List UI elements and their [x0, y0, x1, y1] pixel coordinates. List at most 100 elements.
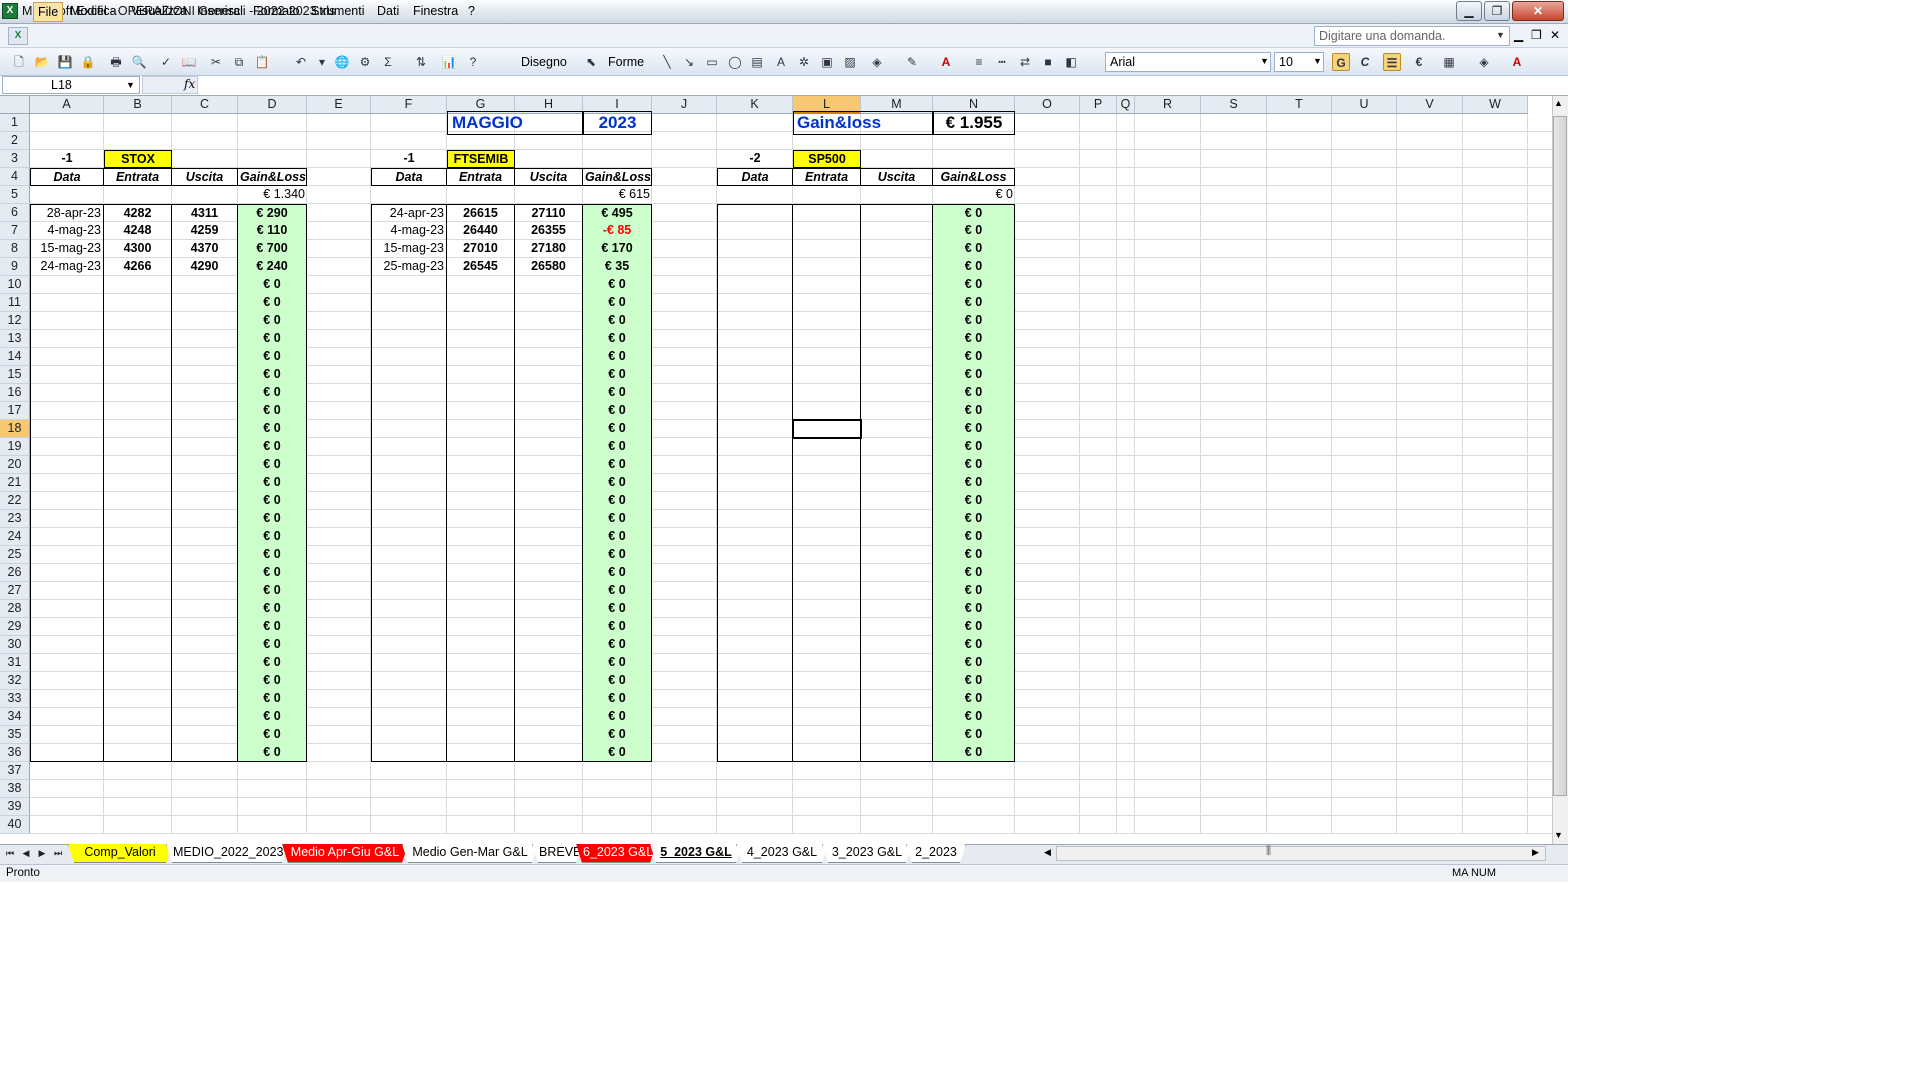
column-header-k[interactable]: K [717, 96, 793, 114]
exit-cell[interactable]: 4311 [172, 204, 238, 222]
entry-cell[interactable] [104, 618, 172, 636]
exit-cell[interactable] [861, 582, 933, 600]
exit-cell[interactable] [515, 348, 583, 366]
entry-cell[interactable] [793, 474, 861, 492]
entry-cell[interactable] [793, 312, 861, 330]
entry-cell[interactable]: 26615 [447, 204, 515, 222]
gain-loss-cell[interactable]: € 0 [933, 636, 1015, 654]
entry-cell[interactable] [793, 726, 861, 744]
gain-loss-cell[interactable]: € 0 [933, 312, 1015, 330]
gain-loss-cell[interactable]: € 0 [583, 582, 652, 600]
gain-loss-cell[interactable]: € 0 [583, 564, 652, 582]
date-cell[interactable] [371, 366, 447, 384]
gain-loss-cell[interactable]: € 0 [238, 348, 307, 366]
date-cell[interactable] [717, 744, 793, 762]
entry-cell[interactable] [104, 276, 172, 294]
column-header-s[interactable]: S [1201, 96, 1267, 114]
date-cell[interactable] [30, 474, 104, 492]
entry-cell[interactable] [104, 438, 172, 456]
oval-icon[interactable]: ◯ [726, 53, 744, 71]
date-cell[interactable] [30, 276, 104, 294]
entry-cell[interactable]: 4282 [104, 204, 172, 222]
date-cell[interactable] [717, 258, 793, 276]
gain-loss-cell[interactable]: € 0 [583, 708, 652, 726]
entry-cell[interactable] [447, 708, 515, 726]
column-header-o[interactable]: O [1015, 96, 1080, 114]
gain-loss-cell[interactable]: € 0 [238, 276, 307, 294]
entry-cell[interactable] [447, 420, 515, 438]
exit-cell[interactable] [172, 690, 238, 708]
multiplier-sp500[interactable]: -2 [717, 150, 793, 168]
header-entrata-stox[interactable]: Entrata [104, 168, 172, 186]
scroll-up-icon[interactable]: ▲ [1554, 98, 1563, 108]
text-color-icon[interactable]: A [1508, 53, 1526, 71]
close-button[interactable]: ✕ [1512, 1, 1564, 21]
gain-loss-cell[interactable]: € 0 [238, 510, 307, 528]
date-cell[interactable] [30, 636, 104, 654]
exit-cell[interactable] [861, 222, 933, 240]
gain-loss-cell[interactable]: € 0 [933, 294, 1015, 312]
column-header-b[interactable]: B [104, 96, 172, 114]
column-header-d[interactable]: D [238, 96, 307, 114]
entry-cell[interactable] [793, 546, 861, 564]
menu-dati[interactable]: Dati [377, 4, 399, 22]
gain-loss-cell[interactable]: € 0 [583, 420, 652, 438]
entry-cell[interactable] [447, 528, 515, 546]
entry-cell[interactable] [104, 366, 172, 384]
vertical-scroll-thumb[interactable] [1553, 116, 1567, 796]
date-cell[interactable] [30, 438, 104, 456]
date-cell[interactable] [371, 618, 447, 636]
date-cell[interactable] [371, 330, 447, 348]
entry-cell[interactable] [793, 258, 861, 276]
date-cell[interactable] [371, 474, 447, 492]
exit-cell[interactable] [515, 312, 583, 330]
row-header[interactable]: 19 [0, 438, 30, 456]
entry-cell[interactable] [447, 726, 515, 744]
row-header[interactable]: 31 [0, 654, 30, 672]
entry-cell[interactable] [793, 618, 861, 636]
date-cell[interactable] [717, 402, 793, 420]
clipart-icon[interactable]: ▣ [818, 53, 836, 71]
gain-loss-cell[interactable]: € 0 [933, 672, 1015, 690]
date-cell[interactable] [30, 654, 104, 672]
row-header[interactable]: 3 [0, 150, 30, 168]
exit-cell[interactable] [172, 384, 238, 402]
date-cell[interactable] [371, 726, 447, 744]
row-header[interactable]: 20 [0, 456, 30, 474]
chart-wizard-icon[interactable]: ⚙ [356, 53, 374, 71]
exit-cell[interactable] [172, 474, 238, 492]
exit-cell[interactable] [172, 456, 238, 474]
date-cell[interactable] [371, 492, 447, 510]
copy-icon[interactable]: ⧉ [230, 53, 248, 71]
entry-cell[interactable] [793, 294, 861, 312]
gain-loss-cell[interactable]: € 0 [583, 654, 652, 672]
exit-cell[interactable] [515, 528, 583, 546]
date-cell[interactable] [717, 672, 793, 690]
entry-cell[interactable] [793, 492, 861, 510]
row-header[interactable]: 32 [0, 672, 30, 690]
entry-cell[interactable] [447, 564, 515, 582]
exit-cell[interactable] [172, 636, 238, 654]
gain-loss-cell[interactable]: € 0 [933, 366, 1015, 384]
entry-cell[interactable] [793, 600, 861, 618]
entry-cell[interactable] [793, 366, 861, 384]
row-header[interactable]: 5 [0, 186, 30, 204]
exit-cell[interactable] [861, 258, 933, 276]
exit-cell[interactable] [861, 276, 933, 294]
entry-cell[interactable] [793, 564, 861, 582]
gain-loss-cell[interactable]: € 0 [583, 366, 652, 384]
3d-icon[interactable]: ◧ [1062, 53, 1080, 71]
entry-cell[interactable] [447, 312, 515, 330]
row-header[interactable]: 37 [0, 762, 30, 780]
gain-loss-cell[interactable]: € 0 [933, 600, 1015, 618]
row-header[interactable]: 35 [0, 726, 30, 744]
date-cell[interactable] [30, 726, 104, 744]
arrow-icon[interactable]: ↘ [680, 53, 698, 71]
entry-cell[interactable] [447, 510, 515, 528]
total-sp500[interactable]: € 0 [933, 186, 1015, 204]
header-data-stox[interactable]: Data [30, 168, 104, 186]
header-uscita-ftsemib[interactable]: Uscita [515, 168, 583, 186]
shapes-menu[interactable]: Forme [608, 55, 644, 69]
gain-loss-cell[interactable]: € 0 [583, 402, 652, 420]
row-header[interactable]: 38 [0, 780, 30, 798]
